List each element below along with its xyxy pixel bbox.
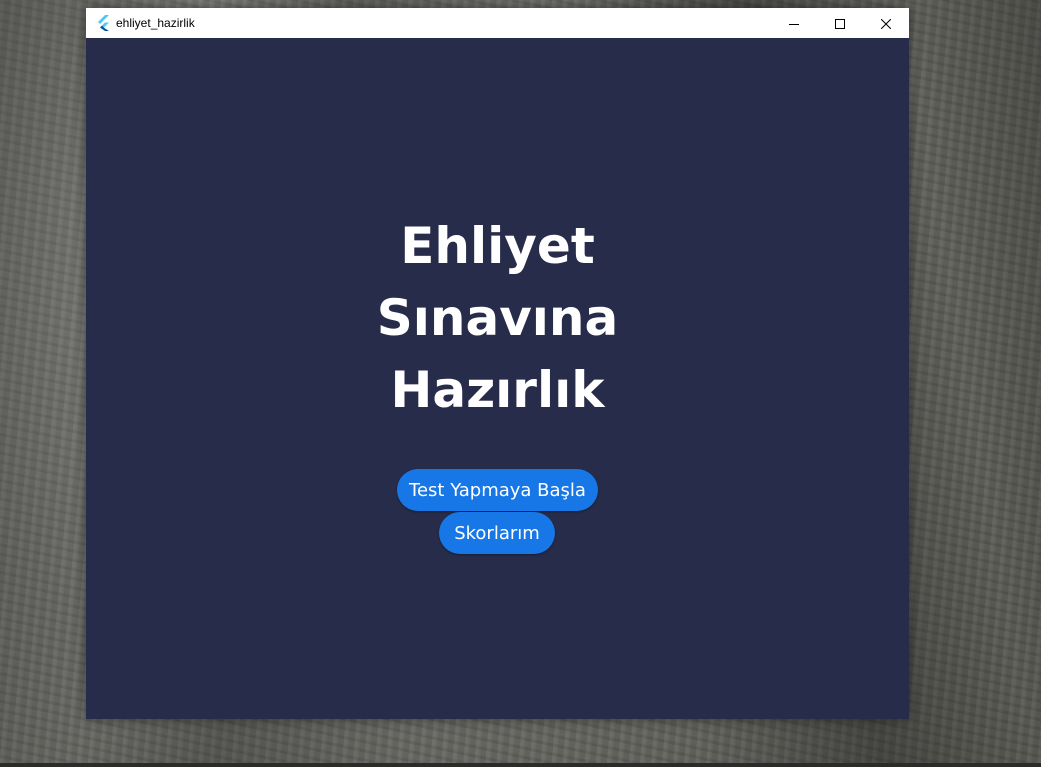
heading-line-1: Ehliyet (400, 217, 595, 275)
maximize-icon (835, 14, 845, 33)
app-window: ehliyet_hazirlik Ehliyet Sınavına Hazırl… (86, 8, 909, 719)
close-icon (880, 14, 892, 33)
flutter-logo-icon (96, 15, 110, 31)
taskbar-edge (0, 763, 1041, 767)
my-scores-button[interactable]: Skorlarım (439, 512, 555, 554)
minimize-icon (789, 14, 799, 33)
window-title: ehliyet_hazirlik (116, 16, 195, 30)
close-button[interactable] (863, 8, 909, 38)
maximize-button[interactable] (817, 8, 863, 38)
heading-line-3: Hazırlık (390, 361, 605, 419)
minimize-button[interactable] (771, 8, 817, 38)
title-bar[interactable]: ehliyet_hazirlik (86, 8, 909, 38)
app-content: Ehliyet Sınavına Hazırlık Test Yapmaya B… (86, 38, 909, 719)
app-heading: Ehliyet Sınavına Hazırlık (86, 210, 909, 426)
heading-line-2: Sınavına (376, 289, 619, 347)
start-test-button[interactable]: Test Yapmaya Başla (397, 469, 598, 511)
window-controls (771, 8, 909, 38)
